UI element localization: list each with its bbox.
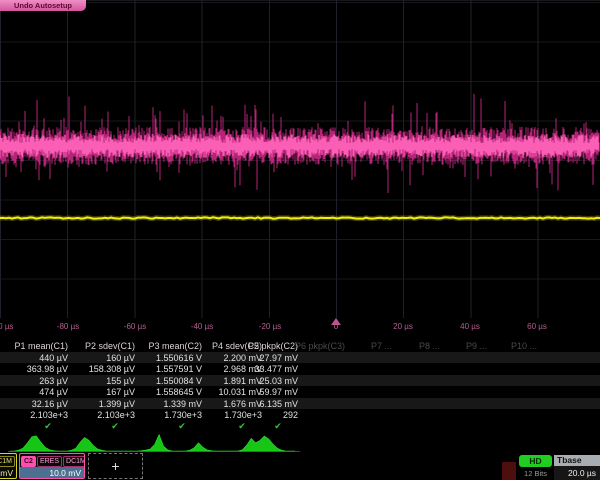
histicon-shape	[67, 438, 124, 452]
param-header-1[interactable]: P1 mean(C1)	[4, 341, 68, 351]
measure-cell-mean: 363.98 µV	[4, 364, 68, 374]
histicon-P4[interactable]	[181, 434, 238, 453]
time-axis-label: -100 µs	[0, 322, 13, 331]
histicon-row	[0, 432, 600, 453]
measure-cell-max: 474 µV	[4, 387, 68, 397]
measure-cell-value: 27.97 mV	[234, 353, 298, 363]
measure-cell-num: 2.103e+3	[4, 410, 68, 420]
histicon-shape	[181, 443, 238, 451]
measure-cell-mean: 33.477 mV	[234, 364, 298, 374]
param-header-10[interactable]: P10 ...	[473, 341, 537, 351]
c1-trace	[0, 217, 600, 218]
histicon-shape	[238, 436, 295, 451]
c2-scale-value: 10.0 mV	[20, 467, 84, 479]
measure-cell-sdev: 1.339 mV	[138, 399, 202, 409]
oscilloscope-screen: Undo Autosetup -100 µs -80 µs -60 µs -40 µs…	[0, 0, 600, 480]
measure-cell-num: 2.103e+3	[71, 410, 135, 420]
time-axis-label: -20 µs	[259, 322, 281, 331]
measure-cell-min: 1.550084 V	[138, 376, 202, 386]
hd-mode-badge: HD	[519, 455, 552, 467]
measure-cell-value: 160 µV	[71, 353, 135, 363]
c2-label: C2	[21, 456, 36, 467]
measure-cell-sdev: 6.135 mV	[234, 399, 298, 409]
status-check-icon: ✔	[230, 421, 254, 432]
c2-coupling-badge: DC1M	[63, 456, 85, 467]
c1-descriptor[interactable]: C1 DC1M 10.0 mV	[0, 453, 17, 479]
waveform-grid: Undo Autosetup	[0, 0, 600, 318]
time-axis-label: -80 µs	[57, 322, 79, 331]
c1-coupling-badge: DC1M	[0, 456, 15, 467]
plus-icon: +	[111, 458, 119, 474]
measure-cell-mean: 158.308 µV	[71, 364, 135, 374]
tbase-label: Tbase	[554, 455, 600, 466]
histicon-shape	[10, 436, 67, 451]
measure-cell-max: 167 µV	[71, 387, 135, 397]
measure-cell-min: 155 µV	[71, 376, 135, 386]
measure-cell-sdev: 32.16 µV	[4, 399, 68, 409]
status-check-icon: ✔	[36, 421, 60, 432]
measurement-table: P1 mean(C1)P2 sdev(C1)P3 mean(C2)P4 sdev…	[0, 336, 600, 433]
histicon-P2[interactable]	[67, 434, 124, 453]
measure-cell-max: 59.97 mV	[234, 387, 298, 397]
measure-cell-min: 263 µV	[4, 376, 68, 386]
time-axis-label: 20 µs	[393, 322, 413, 331]
measure-cell-max: 1.558645 V	[138, 387, 202, 397]
time-axis-label: 60 µs	[527, 322, 547, 331]
c2-eres-badge: ERES	[37, 456, 62, 467]
time-axis: -100 µs -80 µs -60 µs -40 µs -20 µs 0 20 µs 40 …	[0, 318, 600, 335]
undo-autosetup-button[interactable]: Undo Autosetup	[0, 0, 86, 11]
hd-bits-label: 12 Bits	[519, 469, 552, 478]
histicon-P3[interactable]	[124, 434, 181, 453]
measure-cell-mean: 1.557591 V	[138, 364, 202, 374]
status-check-icon: ✔	[266, 421, 290, 432]
time-axis-label: 0	[334, 322, 338, 331]
measure-cell-min: 25.03 mV	[234, 376, 298, 386]
c1-scale-value: 10.0 mV	[0, 467, 16, 479]
measure-cell-num: 1.730e+3	[138, 410, 202, 420]
c2-descriptor[interactable]: C2 ERES DC1M 10.0 mV	[19, 453, 85, 479]
time-axis-label: -40 µs	[191, 322, 213, 331]
histicon-P1[interactable]	[10, 434, 67, 453]
histicon-shape	[124, 435, 181, 452]
add-trace-button[interactable]: +	[88, 453, 143, 479]
param-header-3[interactable]: P3 mean(C2)	[138, 341, 202, 351]
tbase-value: 20.0 µs	[554, 466, 600, 478]
param-header-2[interactable]: P2 sdev(C1)	[71, 341, 135, 351]
status-check-icon: ✔	[170, 421, 194, 432]
time-axis-label: 40 µs	[460, 322, 480, 331]
measure-cell-value: 440 µV	[4, 353, 68, 363]
waveform-display	[0, 0, 600, 318]
descriptor-partial	[502, 462, 516, 480]
time-axis-label: -60 µs	[124, 322, 146, 331]
timebase-descriptor[interactable]: Tbase 20.0 µs	[554, 455, 600, 480]
measure-cell-value: 1.550616 V	[138, 353, 202, 363]
measure-cell-num: 292	[234, 410, 298, 420]
histicon-P5[interactable]	[238, 434, 295, 453]
measure-cell-sdev: 1.399 µV	[71, 399, 135, 409]
status-check-icon: ✔	[103, 421, 127, 432]
